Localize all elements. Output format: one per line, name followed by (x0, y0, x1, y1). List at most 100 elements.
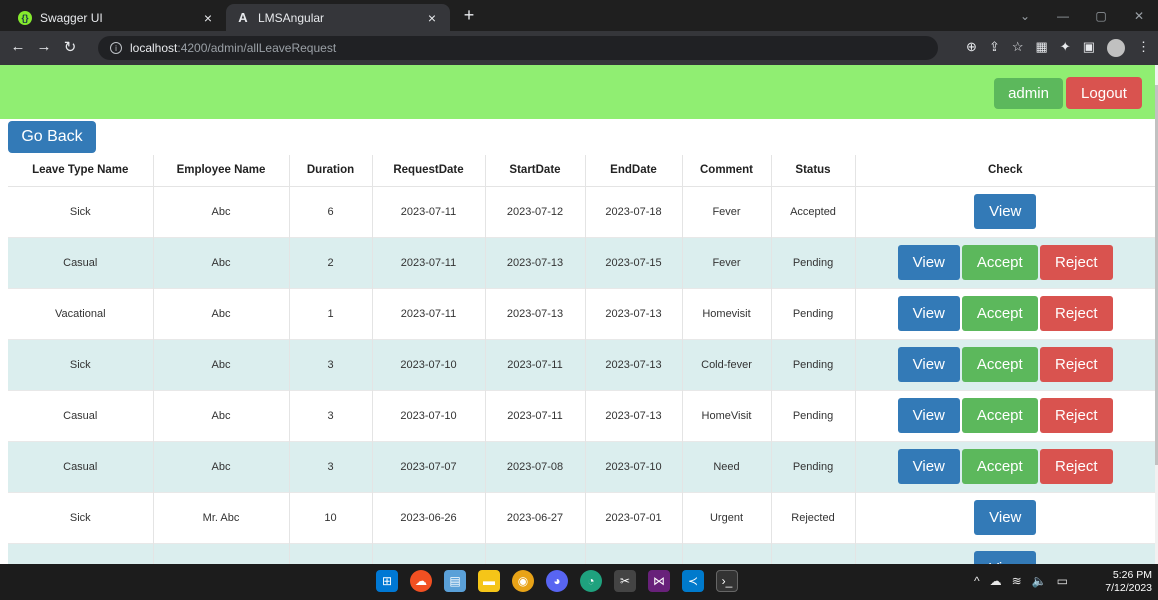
column-header: RequestDate (372, 155, 486, 187)
new-tab-icon[interactable]: + (458, 5, 480, 26)
cell-leave-type: Sick (8, 491, 154, 543)
discord-icon[interactable]: ◕ (546, 570, 568, 592)
cell-request-date: 2023-06-26 (372, 491, 486, 543)
angular-icon: A (238, 10, 248, 25)
puzzle-icon[interactable]: ✦ (1060, 39, 1071, 57)
close-icon[interactable]: × (200, 10, 216, 26)
tab-swagger-ui[interactable]: {} Swagger UI × (8, 4, 226, 31)
battery-icon[interactable]: ▭ (1057, 574, 1068, 588)
column-header: Comment (682, 155, 772, 187)
address-bar-row: ← → ↻ i localhost:4200/admin/allLeaveReq… (0, 31, 1158, 65)
cell-end-date: 2023-07-01 (585, 491, 683, 543)
cell-request-date: 2023-07-11 (372, 185, 486, 237)
row-actions: View Accept Reject (856, 449, 1156, 484)
reject-button[interactable]: Reject (1039, 347, 1113, 382)
share-icon[interactable]: ⇪ (989, 39, 1000, 57)
cell-employee: Abc (153, 338, 290, 390)
cell-start-date: 2023-07-12 (485, 185, 586, 237)
view-button[interactable]: View (897, 398, 960, 433)
cloud-app-icon[interactable]: ☁ (410, 570, 432, 592)
accept-button[interactable]: Accept (961, 449, 1038, 484)
sidebar-icon[interactable]: ▣ (1083, 39, 1095, 57)
view-button[interactable]: View (897, 296, 960, 331)
cell-employee: Abc (153, 440, 290, 492)
extension-icon[interactable]: ▦ (1036, 39, 1048, 57)
cloud-sync-icon[interactable]: ☁ (990, 574, 1002, 588)
forward-arrow-icon[interactable]: → (34, 38, 54, 55)
reject-button[interactable]: Reject (1039, 449, 1113, 484)
reject-button[interactable]: Reject (1039, 245, 1113, 280)
column-header: Employee Name (153, 155, 290, 187)
avatar[interactable] (1107, 39, 1125, 57)
table-row: Sick Mr. Abc 10 2023-06-26 2023-06-27 2023-07… (8, 491, 1155, 543)
windows-start-icon[interactable]: ⊞ (376, 570, 398, 592)
view-button[interactable]: View (974, 551, 1037, 564)
back-arrow-icon[interactable]: ← (8, 38, 28, 55)
go-back-button[interactable]: Go Back (8, 121, 96, 153)
url-host: localhost (130, 41, 178, 55)
chrome-icon[interactable]: ◉ (512, 570, 534, 592)
cell-leave-type: Casual (8, 440, 154, 492)
accept-button[interactable]: Accept (961, 347, 1038, 382)
view-button[interactable]: View (897, 347, 960, 382)
cell-end-date: 2023-07-10 (585, 440, 683, 492)
cell-status (771, 542, 856, 564)
cell-leave-type: Casual (8, 389, 154, 441)
chevron-up-icon[interactable]: ^ (974, 574, 980, 588)
clock-time: 5:26 PM (1112, 569, 1152, 581)
view-button[interactable]: View (897, 245, 960, 280)
photos-icon[interactable]: ▤ (444, 570, 466, 592)
snipping-tool-icon[interactable]: ✂ (614, 570, 636, 592)
view-button[interactable]: View (974, 194, 1037, 229)
cell-comment: Urgent (682, 491, 772, 543)
wifi-icon[interactable]: ≋ (1012, 574, 1022, 588)
column-header: EndDate (585, 155, 683, 187)
restore-icon[interactable]: ▢ (1082, 0, 1120, 31)
logout-button[interactable]: Logout (1066, 77, 1142, 109)
file-explorer-icon[interactable]: ▬ (478, 570, 500, 592)
tab-lmsangular[interactable]: A LMSAngular × (226, 4, 450, 31)
accept-button[interactable]: Accept (961, 296, 1038, 331)
visual-studio-icon[interactable]: ⋈ (648, 570, 670, 592)
reject-button[interactable]: Reject (1039, 296, 1113, 331)
vscode-icon[interactable]: ≺ (682, 570, 704, 592)
row-actions: View Accept Reject (856, 296, 1156, 331)
menu-icon[interactable]: ⋮ (1137, 39, 1150, 57)
system-tray: ^ ☁ ≋ 🔈 ▭ (974, 574, 1068, 588)
view-button[interactable]: View (897, 449, 960, 484)
column-header: Leave Type Name (8, 155, 154, 187)
reload-icon[interactable]: ↻ (60, 38, 80, 56)
accept-button[interactable]: Accept (961, 245, 1038, 280)
url-path: :4200/admin/allLeaveRequest (177, 41, 337, 55)
cell-end-date: 2023-07-18 (585, 185, 683, 237)
close-window-icon[interactable]: ✕ (1120, 0, 1158, 31)
star-icon[interactable]: ☆ (1012, 39, 1024, 57)
cell-check: View (855, 185, 1155, 237)
cell-duration: 3 (289, 440, 373, 492)
view-button[interactable]: View (974, 500, 1037, 535)
accept-button[interactable]: Accept (961, 398, 1038, 433)
chevron-down-icon[interactable]: ⌄ (1006, 0, 1044, 31)
admin-button[interactable]: admin (994, 78, 1063, 109)
taskbar-clock[interactable]: 5:26 PM 7/12/2023 (1105, 569, 1152, 595)
zoom-icon[interactable]: ⊕ (966, 39, 977, 57)
cell-employee (153, 542, 290, 564)
row-actions: View Accept Reject (856, 347, 1156, 382)
cell-end-date: 2023-07-13 (585, 287, 683, 339)
minimize-icon[interactable]: — (1044, 0, 1082, 31)
row-actions: View (856, 551, 1156, 564)
info-icon[interactable]: i (110, 42, 122, 54)
cell-end-date (585, 542, 683, 564)
cell-status: Accepted (771, 185, 856, 237)
table-header-row: Leave Type Name Employee Name Duration R… (8, 155, 1155, 187)
reject-button[interactable]: Reject (1039, 398, 1113, 433)
cell-comment: Fever (682, 236, 772, 288)
cell-request-date: 2023-07-11 (372, 287, 486, 339)
volume-icon[interactable]: 🔈 (1032, 574, 1047, 588)
edge-icon[interactable]: ◔ (580, 570, 602, 592)
url-field[interactable]: i localhost:4200/admin/allLeaveRequest (98, 36, 938, 60)
terminal-icon[interactable]: ›_ (716, 570, 738, 592)
cell-end-date: 2023-07-13 (585, 389, 683, 441)
cell-duration: 6 (289, 185, 373, 237)
close-icon[interactable]: × (424, 10, 440, 26)
